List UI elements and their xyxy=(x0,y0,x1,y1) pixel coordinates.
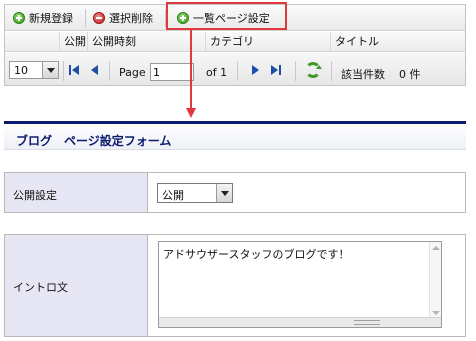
scroll-down-icon[interactable] xyxy=(432,311,440,315)
pager-separator xyxy=(237,61,238,81)
pager-separator xyxy=(109,61,110,81)
delete-button[interactable]: 選択削除 xyxy=(89,5,153,31)
next-page-icon[interactable] xyxy=(249,64,263,76)
column-header-publish-time[interactable]: 公開時刻 xyxy=(87,32,205,52)
intro-textarea[interactable]: アドサウザースタッフのブログです！ xyxy=(158,241,442,328)
page-number-input[interactable] xyxy=(150,63,194,81)
first-page-icon[interactable] xyxy=(69,64,83,76)
publish-setting-label-cell: 公開設定 xyxy=(5,173,148,212)
publish-setting-row: 公開設定 公開 xyxy=(4,172,466,213)
column-header-title[interactable]: タイトル xyxy=(330,32,466,52)
delete-icon xyxy=(93,12,105,24)
intro-textarea-value: アドサウザースタッフのブログです！ xyxy=(163,248,350,261)
form-title: ブログ ページ設定フォーム xyxy=(16,134,172,148)
intro-text-label-cell: イントロ文 xyxy=(5,235,148,336)
page-count-label: of 1 xyxy=(206,66,228,79)
record-count-value: 0 件 xyxy=(399,68,421,81)
last-page-icon[interactable] xyxy=(269,64,283,76)
pager-separator xyxy=(63,61,64,81)
chevron-down-icon[interactable] xyxy=(216,184,232,202)
grid-pager: 10 Page of 1 該当件数 0 件 xyxy=(5,53,465,85)
textarea-scrollbar[interactable] xyxy=(429,242,441,327)
intro-text-label: イントロ文 xyxy=(13,281,68,294)
highlight-box xyxy=(166,2,287,30)
publish-select-value: 公開 xyxy=(162,189,184,202)
chevron-down-icon[interactable] xyxy=(42,62,58,78)
page-size-value: 10 xyxy=(14,64,28,77)
record-count-label: 該当件数 xyxy=(341,68,385,81)
pager-separator xyxy=(295,61,296,81)
prev-page-icon[interactable] xyxy=(89,64,103,76)
delete-button-label: 選択削除 xyxy=(109,12,153,25)
annotation-arrow xyxy=(190,30,192,110)
resize-grip-icon xyxy=(354,320,380,325)
form-title-bar: ブログ ページ設定フォーム xyxy=(4,121,466,150)
textarea-resize-handle[interactable] xyxy=(159,317,441,327)
intro-text-row: イントロ文 アドサウザースタッフのブログです！ xyxy=(4,234,466,337)
refresh-icon[interactable] xyxy=(305,62,322,78)
page-label: Page xyxy=(119,66,146,79)
page-size-select[interactable]: 10 xyxy=(9,61,59,79)
annotation-arrow-head xyxy=(186,108,196,118)
add-button[interactable]: 新規登録 xyxy=(9,5,73,31)
pager-separator xyxy=(331,61,332,81)
add-icon xyxy=(13,12,25,24)
publish-select[interactable]: 公開 xyxy=(157,183,233,203)
grid-header-row: 公開 公開時刻 カテゴリ タイトル xyxy=(5,32,465,52)
add-button-label: 新規登録 xyxy=(29,12,73,25)
toolbar-separator xyxy=(85,9,86,27)
publish-setting-label: 公開設定 xyxy=(13,189,57,202)
column-header-category[interactable]: カテゴリ xyxy=(205,32,330,52)
column-header-publish[interactable]: 公開 xyxy=(59,32,87,52)
scroll-up-icon[interactable] xyxy=(432,246,440,250)
